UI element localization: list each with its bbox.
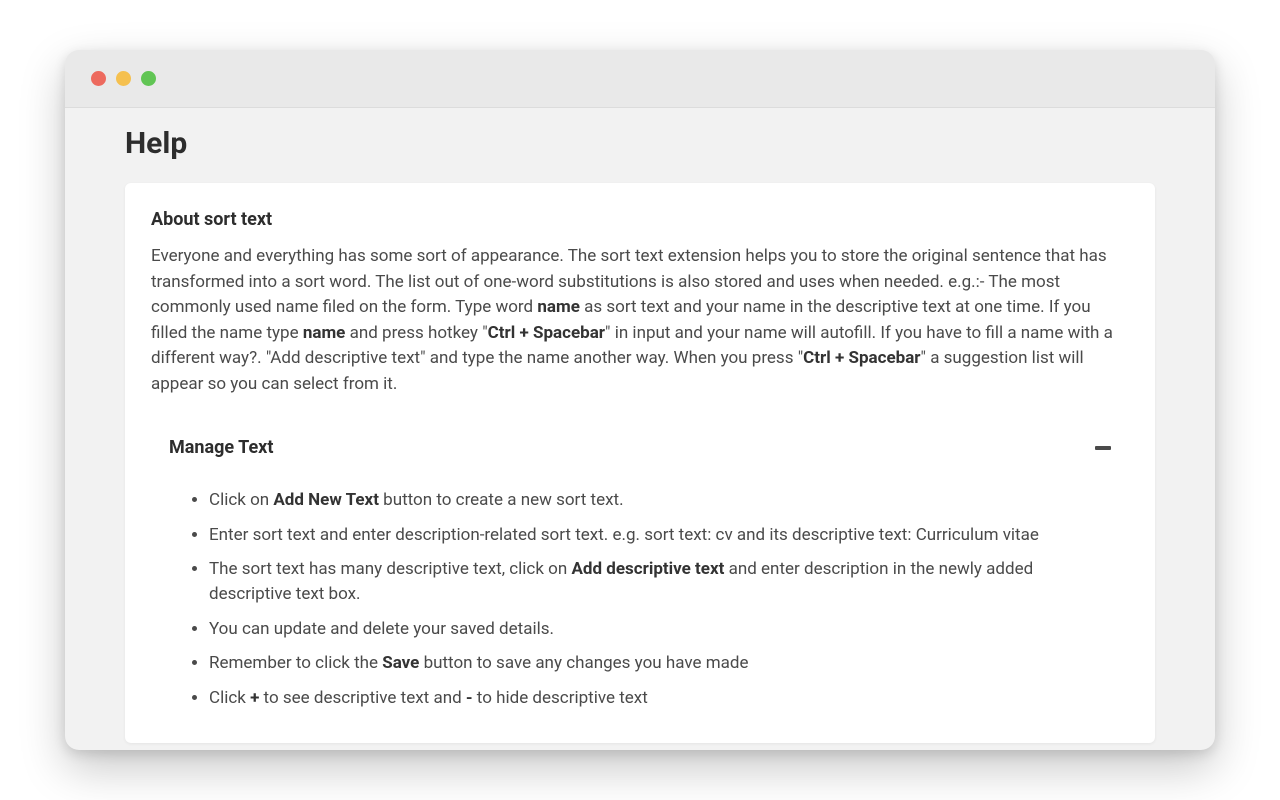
- manage-text-list: Click on Add New Text button to create a…: [151, 468, 1129, 710]
- li-text: Remember to click the: [209, 653, 382, 673]
- li-text: Click on: [209, 490, 273, 510]
- about-bold-4: Ctrl + Spacebar: [803, 348, 920, 368]
- list-item: Enter sort text and enter description-re…: [209, 523, 1119, 548]
- list-item: Remember to click the Save button to sav…: [209, 651, 1119, 676]
- app-window: Help About sort text Everyone and everyt…: [65, 50, 1215, 750]
- li-text: Enter sort text and enter description-re…: [209, 525, 1039, 545]
- maximize-icon[interactable]: [141, 71, 156, 86]
- about-text-3: and press hotkey ": [345, 323, 487, 343]
- about-heading: About sort text: [151, 209, 1129, 230]
- li-text: The sort text has many descriptive text,…: [209, 559, 571, 579]
- li-text: button to save any changes you have made: [419, 653, 748, 673]
- li-text: Click: [209, 688, 250, 708]
- li-bold: +: [250, 688, 259, 708]
- list-item: You can update and delete your saved det…: [209, 617, 1119, 642]
- about-bold-1: name: [537, 297, 580, 317]
- accordion-title: Manage Text: [169, 437, 273, 458]
- li-bold: Add New Text: [273, 490, 379, 510]
- li-bold: Add descriptive text: [571, 559, 724, 579]
- li-text: button to create a new sort text.: [379, 490, 624, 510]
- help-card: About sort text Everyone and everything …: [125, 183, 1155, 743]
- about-paragraph: Everyone and everything has some sort of…: [151, 244, 1129, 397]
- titlebar: [65, 50, 1215, 108]
- li-bold: -: [466, 688, 473, 708]
- close-icon[interactable]: [91, 71, 106, 86]
- page-title: Help: [125, 126, 1155, 161]
- li-text: to hide descriptive text: [473, 688, 648, 708]
- list-item: Click on Add New Text button to create a…: [209, 488, 1119, 513]
- li-text: You can update and delete your saved det…: [209, 619, 554, 639]
- li-text: to see descriptive text and: [259, 688, 466, 708]
- list-item: The sort text has many descriptive text,…: [209, 557, 1119, 606]
- minimize-icon[interactable]: [116, 71, 131, 86]
- li-bold: Save: [382, 653, 419, 673]
- about-bold-2: name: [303, 323, 346, 343]
- accordion-header-manage-text[interactable]: Manage Text: [151, 427, 1129, 468]
- list-item: Click + to see descriptive text and - to…: [209, 686, 1119, 711]
- about-bold-3: Ctrl + Spacebar: [488, 323, 605, 343]
- content: Help About sort text Everyone and everyt…: [65, 108, 1215, 750]
- minus-icon: [1095, 446, 1111, 450]
